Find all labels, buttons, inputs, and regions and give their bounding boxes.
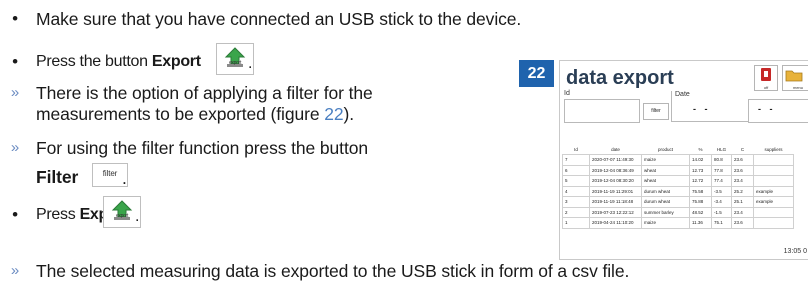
table-cell: 25.1	[731, 196, 754, 208]
column-header[interactable]: date	[590, 138, 642, 155]
table-cell: 2019-11-19 11:29:01	[589, 185, 642, 197]
table-cell: 2019-04-24 11:10:20	[589, 217, 642, 229]
table-cell	[753, 175, 794, 187]
table-cell: 25.2	[731, 185, 754, 197]
device-filter-button[interactable]: filter	[643, 103, 669, 120]
table-cell: 14.02	[689, 154, 712, 166]
table-cell: summer barley	[641, 206, 690, 218]
table-row[interactable]: 7 2020-07-07 11:49:30 maize 14.02 80.8 23.6	[562, 154, 794, 166]
table-cell: 2019-07-23 12:22:12	[589, 206, 642, 218]
column-header[interactable]: Id	[563, 138, 590, 155]
bullet-icon: •	[12, 205, 18, 224]
table-cell: 48.52	[689, 206, 712, 218]
table-cell: 23.6	[731, 217, 754, 229]
table-row[interactable]: 4 2019-11-19 11:29:01 durum wheat 75.58 -3.5…	[562, 185, 794, 197]
table-row[interactable]: 3 2019-11-19 11:18:48 durum wheat 75.88 -3.4…	[562, 196, 794, 208]
table-cell: 2019-12-04 08:36:49	[589, 164, 642, 176]
table-cell: -1.5	[711, 206, 732, 218]
table-cell: durum wheat	[641, 185, 690, 197]
date-from-value: - -	[693, 104, 711, 114]
chevron-right-icon: »	[10, 262, 20, 279]
column-header[interactable]: product	[642, 138, 690, 155]
table-cell: 23.6	[731, 154, 754, 166]
table-cell: 2019-11-19 11:18:48	[589, 196, 642, 208]
clock-display: 13:05 0	[783, 248, 807, 255]
column-header[interactable]: C	[732, 138, 754, 155]
table-cell: 77.8	[711, 164, 732, 176]
folder-icon	[785, 70, 803, 82]
menu-button[interactable]: menu	[782, 65, 808, 91]
off-button[interactable]: off	[754, 65, 778, 91]
date-to-field[interactable]	[748, 99, 808, 123]
table-row[interactable]: 2 2019-07-23 12:22:12 summer barley 48.52 -1…	[562, 206, 794, 218]
table-cell: example	[753, 196, 794, 208]
table-cell: wheat	[641, 164, 690, 176]
table-header-row: Id date product% HLG Csuppliers	[563, 138, 794, 155]
table-cell: wheat	[641, 175, 690, 187]
figure-number-badge: 22	[519, 60, 554, 87]
id-filter-field[interactable]	[564, 99, 640, 123]
table-row[interactable]: 6 2019-12-04 08:36:49 wheat 12.73 77.8 23.6	[562, 164, 794, 176]
table-cell: 75.58	[689, 185, 712, 197]
device-screenshot: data export off menu Id filter Date - - …	[559, 60, 808, 260]
table-cell: 2	[562, 206, 590, 218]
table-cell: -3.4	[711, 196, 732, 208]
table-cell: 1	[562, 217, 590, 229]
table-cell: 2019-12-04 08:30:20	[589, 175, 642, 187]
id-label: Id	[564, 90, 570, 97]
table-cell: 6	[562, 164, 590, 176]
table-cell: 23.6	[731, 164, 754, 176]
column-header[interactable]: %	[690, 138, 712, 155]
table-cell: 23.4	[731, 206, 754, 218]
bullet-icon: •	[12, 52, 18, 71]
table-cell	[753, 154, 794, 166]
table-cell	[753, 164, 794, 176]
column-header[interactable]: HLG	[712, 138, 732, 155]
table-row[interactable]: 5 2019-12-04 08:30:20 wheat 12.72 77.4 23.4	[562, 175, 794, 187]
table-cell: 2020-07-07 11:49:30	[589, 154, 642, 166]
figure-link[interactable]: 22	[324, 104, 343, 124]
table-cell: example	[753, 185, 794, 197]
table-cell: -3.5	[711, 185, 732, 197]
table-cell	[753, 206, 794, 218]
table-cell: 75.88	[689, 196, 712, 208]
table-cell: 77.4	[711, 175, 732, 187]
chevron-right-icon: »	[10, 84, 20, 101]
table-cell	[753, 217, 794, 229]
power-off-icon	[761, 68, 771, 81]
date-label: Date	[675, 91, 690, 98]
bullet-icon: •	[12, 9, 18, 28]
chevron-right-icon: »	[10, 139, 20, 156]
table-cell: 23.4	[731, 175, 754, 187]
table-cell: maize	[641, 154, 690, 166]
column-header[interactable]: suppliers	[754, 138, 794, 155]
table-row[interactable]: 1 2019-04-24 11:10:20 maize 11.36 75.1 23.6	[562, 217, 794, 229]
table-cell: 7	[562, 154, 590, 166]
table-cell: 12.72	[689, 175, 712, 187]
table-cell: 4	[562, 185, 590, 197]
date-to-value: - -	[758, 104, 776, 114]
table-cell: 80.8	[711, 154, 732, 166]
table-cell: 12.73	[689, 164, 712, 176]
table-cell: 3	[562, 196, 590, 208]
screen-title: data export	[566, 67, 674, 89]
measurements-table: Id date product% HLG Csuppliers 7 2020-07-07 1…	[562, 138, 794, 229]
table-cell: durum wheat	[641, 196, 690, 208]
table-cell: 75.1	[711, 217, 732, 229]
table-cell: 5	[562, 175, 590, 187]
table-cell: maize	[641, 217, 690, 229]
table-cell: 11.36	[689, 217, 712, 229]
